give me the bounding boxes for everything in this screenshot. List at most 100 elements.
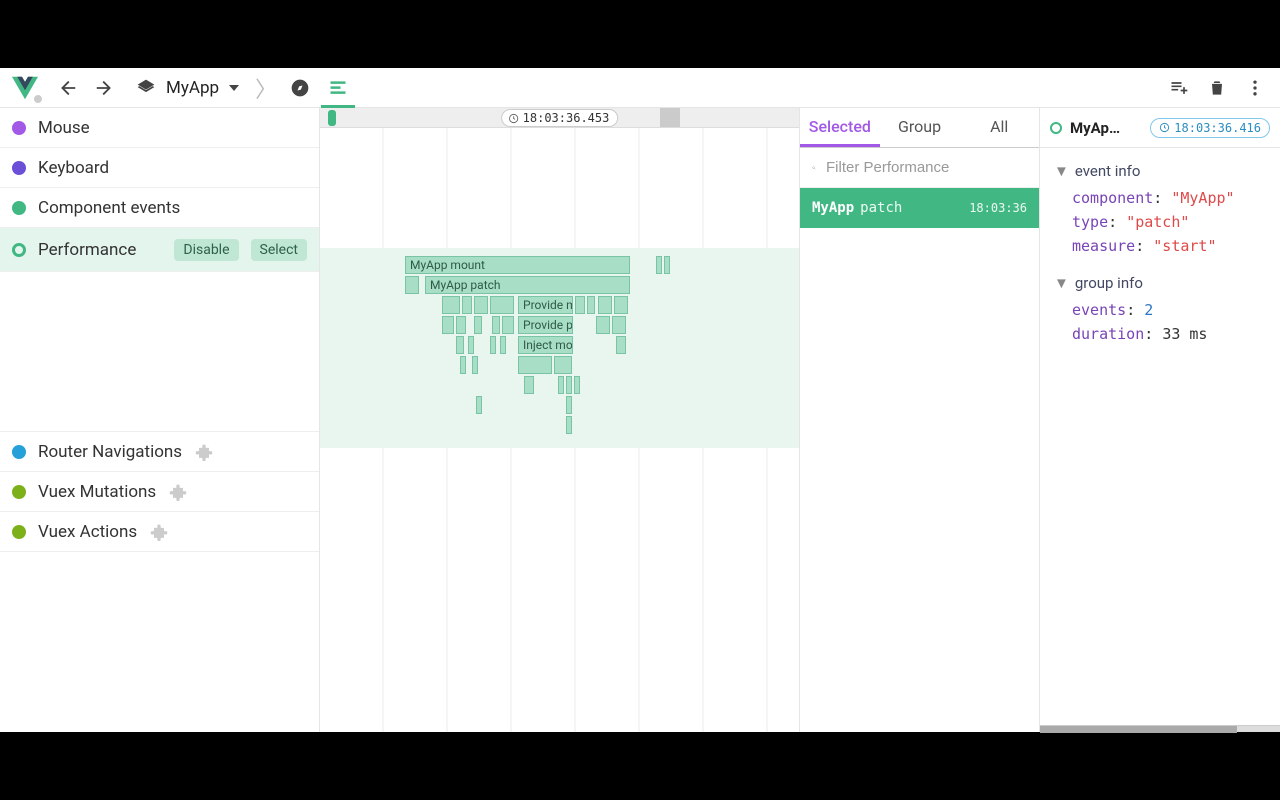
event-subtitle: patch — [860, 200, 902, 216]
flame-span[interactable] — [598, 296, 612, 314]
flame-span[interactable] — [574, 376, 580, 394]
flame-span[interactable] — [566, 416, 572, 434]
app-name: MyApp — [166, 78, 219, 98]
event-tabs: Selected Group All — [800, 108, 1039, 148]
event-row[interactable]: MyApp patch 18:03:36 — [800, 188, 1039, 228]
sidebar-label: Router Navigations — [38, 442, 182, 462]
select-button[interactable]: Select — [251, 239, 307, 261]
flame-span[interactable] — [492, 316, 500, 334]
flame-span[interactable] — [462, 296, 472, 314]
flame-span[interactable] — [656, 256, 662, 274]
kv-row: measure: "start" — [1054, 234, 1266, 258]
horizontal-scrollbar[interactable] — [1040, 725, 1280, 732]
flame-span[interactable] — [575, 296, 585, 314]
group-title: event info — [1075, 162, 1141, 180]
tab-all[interactable]: All — [959, 108, 1039, 147]
flame-span[interactable] — [476, 396, 482, 414]
scrollbar-thumb[interactable] — [1040, 726, 1237, 733]
flame-span[interactable] — [456, 316, 466, 334]
chevron-down-icon — [229, 85, 239, 91]
flame-span[interactable] — [554, 356, 572, 374]
flame-span[interactable] — [524, 376, 534, 394]
flame-span[interactable] — [474, 316, 482, 334]
flame-span[interactable] — [468, 336, 474, 354]
more-icon[interactable] — [1238, 71, 1272, 105]
event-time: 18:03:36 — [969, 201, 1027, 215]
app-selector[interactable]: MyApp — [126, 74, 249, 102]
flame-span[interactable] — [566, 396, 572, 414]
flame-span[interactable] — [566, 376, 572, 394]
flame-span[interactable] — [490, 296, 514, 314]
sidebar-item-vuex-mutations[interactable]: Vuex Mutations — [0, 472, 319, 512]
flame-span[interactable] — [460, 356, 466, 374]
layer-ring-icon — [12, 243, 26, 257]
scrubber-viewport[interactable] — [660, 108, 680, 127]
flame-span[interactable] — [442, 316, 454, 334]
tab-group[interactable]: Group — [880, 108, 960, 147]
flame-graph[interactable]: MyApp mount MyApp patch Provide m — [320, 128, 799, 732]
sidebar-label: Component events — [38, 198, 180, 218]
search-icon — [812, 159, 816, 177]
layer-dot-icon — [12, 445, 26, 459]
sidebar-gap — [0, 272, 319, 432]
nav-back-icon[interactable] — [50, 71, 84, 105]
flame-span[interactable] — [474, 296, 488, 314]
timestamp: 18:03:36.453 — [523, 111, 610, 125]
flame-span[interactable] — [500, 336, 506, 354]
timeline-icon[interactable] — [321, 68, 355, 108]
sidebar-item-performance[interactable]: Performance Disable Select — [0, 228, 319, 272]
kv-row: type: "patch" — [1054, 210, 1266, 234]
timeline-marker[interactable] — [328, 110, 336, 126]
kv-row: events: 2 — [1054, 298, 1266, 322]
flame-span[interactable] — [614, 296, 628, 314]
flame-span[interactable] — [558, 376, 564, 394]
trash-icon[interactable] — [1200, 71, 1234, 105]
nav-forward-icon[interactable] — [88, 71, 122, 105]
timestamp-badge: 18:03:36.453 — [501, 109, 619, 127]
flame-span[interactable] — [502, 316, 514, 334]
layer-dot-icon — [12, 525, 26, 539]
event-name: MyApp — [812, 200, 854, 216]
flame-span[interactable] — [442, 296, 460, 314]
sidebar-label: Keyboard — [38, 158, 109, 178]
details-pane: MyAp… 18:03:36.416 ▼ event info componen… — [1040, 108, 1280, 732]
sidebar-item-keyboard[interactable]: Keyboard — [0, 148, 319, 188]
layer-dot-icon — [12, 201, 26, 215]
disable-button[interactable]: Disable — [174, 239, 238, 261]
flame-span[interactable]: MyApp patch — [425, 276, 630, 294]
flame-span[interactable] — [490, 336, 496, 354]
sidebar-item-router[interactable]: Router Navigations — [0, 432, 319, 472]
flame-span[interactable]: Provide m — [518, 296, 573, 314]
timeline-scrubber[interactable]: 18:03:36.453 — [320, 108, 799, 128]
sidebar-item-mouse[interactable]: Mouse — [0, 108, 319, 148]
sidebar-label: Performance — [38, 240, 136, 260]
filter-input[interactable] — [824, 158, 1027, 177]
flame-span[interactable] — [612, 316, 626, 334]
layers-icon — [136, 78, 156, 98]
breadcrumb-separator: 〉 — [253, 72, 279, 104]
sidebar-item-component-events[interactable]: Component events — [0, 188, 319, 228]
sidebar-item-vuex-actions[interactable]: Vuex Actions — [0, 512, 319, 552]
flame-span[interactable] — [405, 276, 419, 294]
flame-span[interactable] — [664, 256, 670, 274]
tab-selected[interactable]: Selected — [800, 108, 880, 147]
flame-span[interactable] — [456, 336, 464, 354]
playlist-add-icon[interactable] — [1162, 71, 1196, 105]
flame-span[interactable] — [587, 296, 595, 314]
layer-dot-icon — [12, 121, 26, 135]
flame-span[interactable]: MyApp mount — [405, 256, 630, 274]
sidebar: Mouse Keyboard Component events Performa… — [0, 108, 320, 732]
plugin-icon — [149, 522, 169, 542]
flame-span[interactable] — [518, 356, 552, 374]
devtools-window: MyApp 〉 Mouse Keyb — [0, 68, 1280, 732]
sidebar-label: Vuex Mutations — [38, 482, 156, 502]
flame-span[interactable] — [596, 316, 610, 334]
flame-span[interactable]: Provide p — [518, 316, 573, 334]
compass-icon[interactable] — [283, 71, 317, 105]
flame-span[interactable] — [616, 336, 626, 354]
collapse-icon: ▼ — [1054, 162, 1069, 180]
flame-span[interactable]: Inject mou — [518, 336, 573, 354]
group-event-info[interactable]: ▼ event info — [1054, 156, 1266, 186]
group-group-info[interactable]: ▼ group info — [1054, 268, 1266, 298]
flame-span[interactable] — [472, 356, 478, 374]
